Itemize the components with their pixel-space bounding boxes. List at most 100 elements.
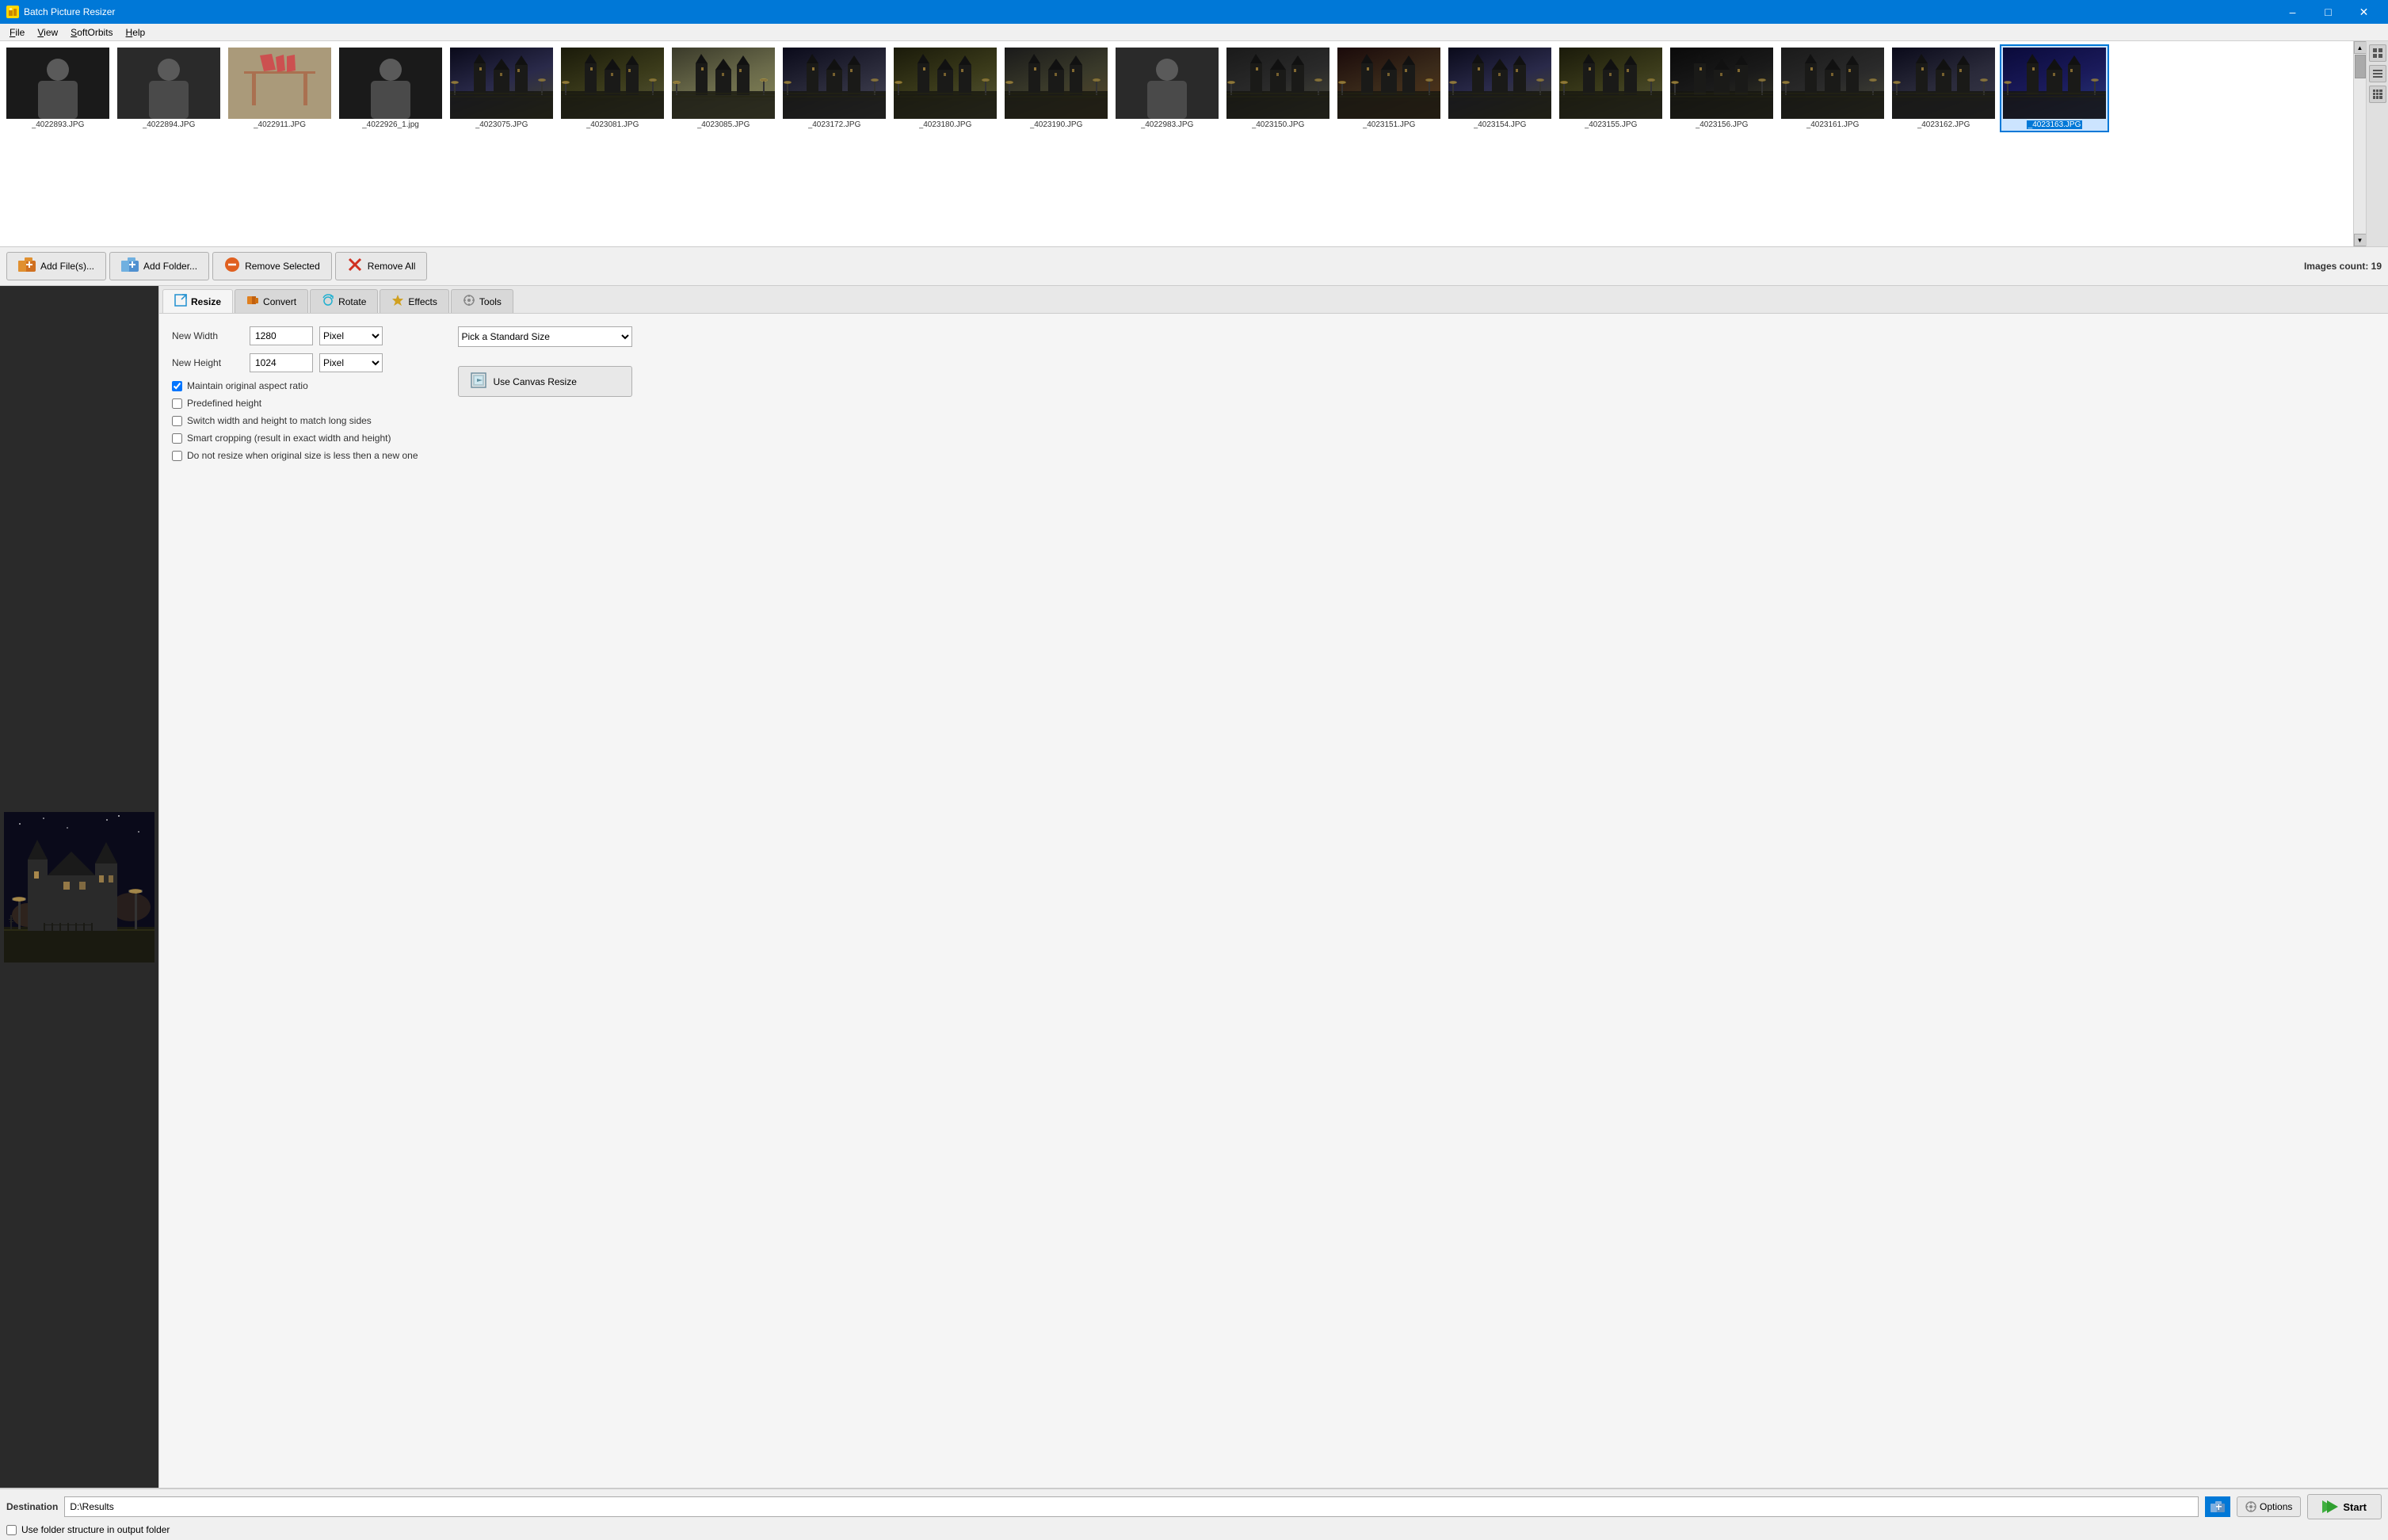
- tab-tools-label: Tools: [479, 296, 502, 307]
- remove-selected-button[interactable]: Remove Selected: [212, 252, 332, 280]
- add-folder-button[interactable]: Add Folder...: [109, 252, 209, 280]
- use-canvas-resize-button[interactable]: Use Canvas Resize: [458, 366, 632, 397]
- start-button[interactable]: Start: [2307, 1494, 2382, 1519]
- list-item[interactable]: _4023075.JPG: [447, 44, 556, 132]
- do-not-resize-label[interactable]: Do not resize when original size is less…: [187, 450, 418, 461]
- preview-image: [4, 812, 154, 962]
- add-files-label: Add File(s)...: [40, 261, 94, 272]
- effects-tab-icon: [391, 294, 404, 309]
- view-mode-panel: [2366, 41, 2388, 246]
- tab-bar: Resize Convert: [159, 286, 2388, 314]
- menu-view[interactable]: View: [31, 25, 64, 40]
- width-input[interactable]: [250, 326, 313, 345]
- tab-rotate[interactable]: Rotate: [310, 289, 378, 313]
- smart-cropping-label[interactable]: Smart cropping (result in exact width an…: [187, 433, 391, 444]
- list-view-button[interactable]: [2369, 65, 2386, 82]
- thumbnail-view-button[interactable]: [2369, 44, 2386, 62]
- tab-resize[interactable]: Resize: [162, 289, 233, 313]
- list-item[interactable]: _4023154.JPG: [1445, 44, 1554, 132]
- tab-convert[interactable]: Convert: [235, 289, 308, 313]
- bottom-section: Resize Convert: [0, 286, 2388, 1488]
- remove-selected-label: Remove Selected: [245, 261, 320, 272]
- predefined-height-label[interactable]: Predefined height: [187, 398, 261, 409]
- smart-cropping-checkbox[interactable]: [172, 433, 182, 444]
- list-item[interactable]: _4023162.JPG: [1889, 44, 1998, 132]
- list-item[interactable]: _4023190.JPG: [1001, 44, 1111, 132]
- switch-width-height-label[interactable]: Switch width and height to match long si…: [187, 415, 372, 426]
- app-icon: [6, 6, 19, 18]
- remove-all-button[interactable]: Remove All: [335, 252, 428, 280]
- do-not-resize-checkbox[interactable]: [172, 451, 182, 461]
- add-files-button[interactable]: Add File(s)...: [6, 252, 106, 280]
- menu-file[interactable]: File: [3, 25, 31, 40]
- folder-structure-label[interactable]: Use folder structure in output folder: [21, 1524, 170, 1535]
- height-unit-select[interactable]: Pixel Percent Inch Cm: [319, 353, 383, 372]
- height-input[interactable]: [250, 353, 313, 372]
- height-label: New Height: [172, 357, 243, 368]
- app-container: _4022893.JPG _4022894.JPG _4022911.JPG _…: [0, 41, 2388, 1540]
- resize-tab-icon: [174, 294, 187, 309]
- image-filename: _4023150.JPG: [1252, 120, 1305, 129]
- rotate-tab-icon: [322, 294, 334, 309]
- image-filename: _4023081.JPG: [586, 120, 639, 129]
- options-button[interactable]: Options: [2237, 1496, 2301, 1517]
- list-item[interactable]: _4022926_1.jpg: [336, 44, 445, 132]
- destination-label: Destination: [6, 1501, 58, 1512]
- do-not-resize-row: Do not resize when original size is less…: [172, 450, 418, 461]
- title-bar-left: Batch Picture Resizer: [6, 6, 115, 18]
- toolbar: Add File(s)... Add Folder...: [0, 247, 2388, 286]
- add-files-icon: [18, 257, 36, 276]
- standard-size-select[interactable]: Pick a Standard Size 640x480 800x600 102…: [458, 326, 632, 347]
- tab-effects[interactable]: Effects: [380, 289, 448, 313]
- canvas-resize-icon: [470, 372, 487, 391]
- scroll-up-button[interactable]: ▲: [2354, 41, 2367, 54]
- list-item[interactable]: _4023150.JPG: [1223, 44, 1333, 132]
- folder-structure-checkbox[interactable]: [6, 1525, 17, 1535]
- width-unit-select[interactable]: Pixel Percent Inch Cm: [319, 326, 383, 345]
- switch-width-height-checkbox[interactable]: [172, 416, 182, 426]
- preview-pane: [0, 286, 158, 1488]
- list-item[interactable]: _4022911.JPG: [225, 44, 334, 132]
- maintain-aspect-row: Maintain original aspect ratio: [172, 380, 418, 391]
- image-grid[interactable]: _4022893.JPG _4022894.JPG _4022911.JPG _…: [0, 41, 2353, 246]
- list-item[interactable]: _4022983.JPG: [1112, 44, 1222, 132]
- minimize-button[interactable]: –: [2275, 0, 2310, 24]
- add-folder-icon: [121, 257, 139, 276]
- image-filename: _4023151.JPG: [1363, 120, 1416, 129]
- menu-help[interactable]: Help: [120, 25, 152, 40]
- image-filename: _4022926_1.jpg: [362, 120, 419, 129]
- list-item[interactable]: _4022894.JPG: [114, 44, 223, 132]
- width-row: New Width Pixel Percent Inch Cm: [172, 326, 418, 345]
- right-side-controls: Pick a Standard Size 640x480 800x600 102…: [458, 326, 632, 467]
- list-item[interactable]: _4023161.JPG: [1778, 44, 1887, 132]
- image-filename: _4023190.JPG: [1030, 120, 1083, 129]
- tab-tools[interactable]: Tools: [451, 289, 513, 313]
- menu-softorbits[interactable]: SoftOrbits: [64, 25, 119, 40]
- maximize-button[interactable]: □: [2310, 0, 2346, 24]
- list-item[interactable]: _4023085.JPG: [669, 44, 778, 132]
- scroll-thumb[interactable]: [2355, 55, 2366, 78]
- list-item[interactable]: _4023156.JPG: [1667, 44, 1776, 132]
- app-title: Batch Picture Resizer: [24, 6, 115, 17]
- maintain-aspect-checkbox[interactable]: [172, 381, 182, 391]
- close-button[interactable]: ✕: [2346, 0, 2382, 24]
- width-label: New Width: [172, 330, 243, 341]
- list-item[interactable]: _4022893.JPG: [3, 44, 113, 132]
- predefined-height-checkbox[interactable]: [172, 398, 182, 409]
- maintain-aspect-label[interactable]: Maintain original aspect ratio: [187, 380, 308, 391]
- list-item[interactable]: _4023081.JPG: [558, 44, 667, 132]
- list-item[interactable]: _4023151.JPG: [1334, 44, 1444, 132]
- tools-tab-icon: [463, 294, 475, 309]
- tab-effects-label: Effects: [408, 296, 437, 307]
- browse-destination-button[interactable]: [2205, 1496, 2230, 1517]
- list-item[interactable]: _4023172.JPG: [780, 44, 889, 132]
- scrollbar[interactable]: ▲ ▼: [2353, 41, 2366, 246]
- list-item[interactable]: _4023163.JPG: [2000, 44, 2109, 132]
- title-bar: Batch Picture Resizer – □ ✕: [0, 0, 2388, 24]
- grid-view-button[interactable]: [2369, 86, 2386, 103]
- list-item[interactable]: _4023180.JPG: [891, 44, 1000, 132]
- list-item[interactable]: _4023155.JPG: [1556, 44, 1665, 132]
- scroll-down-button[interactable]: ▼: [2354, 234, 2367, 246]
- options-label: Options: [2260, 1501, 2292, 1512]
- destination-input[interactable]: [64, 1496, 2199, 1517]
